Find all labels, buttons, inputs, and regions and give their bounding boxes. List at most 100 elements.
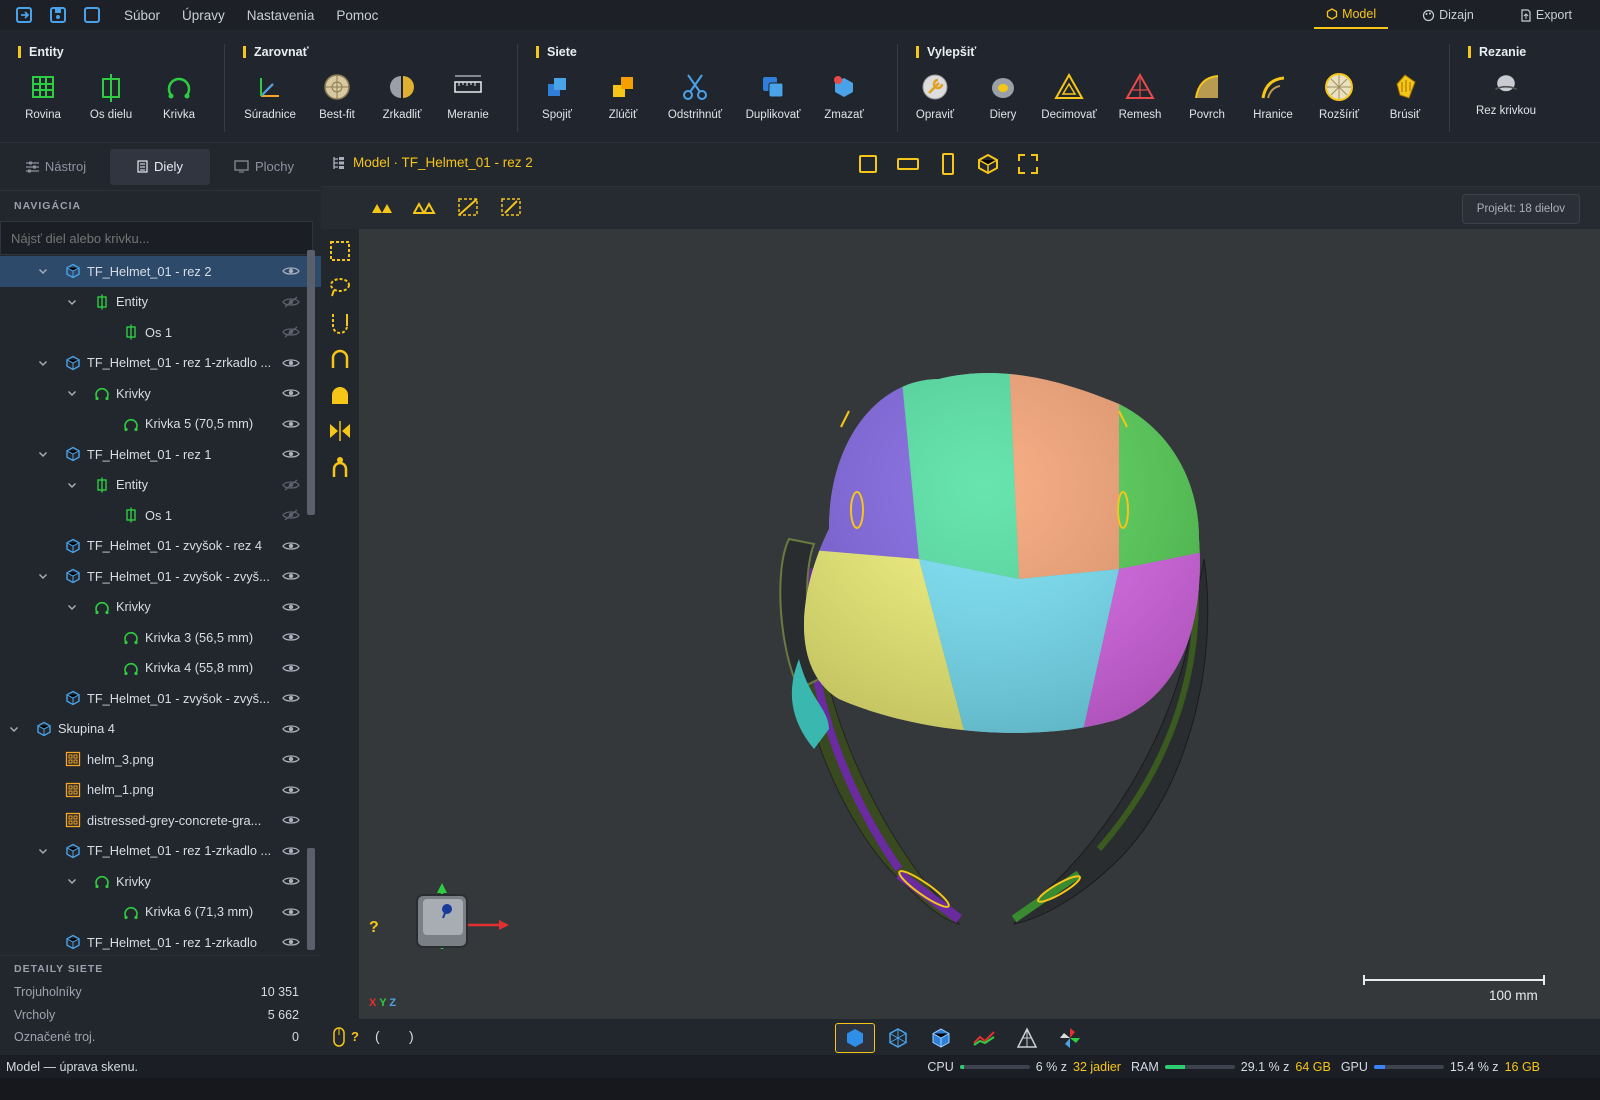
tree-row[interactable]: Krivka 5 (70,5 mm) xyxy=(0,409,321,440)
visibility-eye-icon[interactable] xyxy=(282,418,300,430)
tree-row[interactable]: Krivka 4 (55,8 mm) xyxy=(0,653,321,684)
helmet-model[interactable] xyxy=(359,229,1600,1019)
tree-row[interactable]: Os 1 xyxy=(0,500,321,531)
expand-chevron-icon[interactable] xyxy=(66,875,78,887)
mode-dizajn-tab[interactable]: Dizajn xyxy=(1410,1,1486,29)
tool-suradnice-button[interactable]: Súradnice xyxy=(233,70,307,121)
axes-toggle-button[interactable] xyxy=(1050,1023,1090,1053)
view-front-button[interactable] xyxy=(857,153,879,175)
rect-select-icon[interactable] xyxy=(328,239,352,263)
part-search-input[interactable] xyxy=(0,221,313,255)
brush-select-icon[interactable] xyxy=(328,311,352,335)
tree-row[interactable]: TF_Helmet_01 - rez 1 xyxy=(0,439,321,470)
view-side-button[interactable] xyxy=(937,153,959,175)
tree-row[interactable]: TF_Helmet_01 - rez 2 xyxy=(0,256,321,287)
tree-row[interactable]: TF_Helmet_01 - rez 1-zrkadlo xyxy=(0,927,321,958)
curve-select-icon[interactable] xyxy=(456,197,480,217)
tree-row[interactable]: Skupina 4 xyxy=(0,714,321,745)
menu-nastavenia[interactable]: Nastavenia xyxy=(247,8,315,23)
tool-hranice-button[interactable]: Hranice xyxy=(1236,70,1310,121)
view-iso-button[interactable] xyxy=(977,153,999,175)
hidden-eye-icon[interactable] xyxy=(282,479,300,491)
fill-select-icon[interactable] xyxy=(328,383,352,407)
tab-diely[interactable]: Diely xyxy=(110,148,210,185)
visibility-eye-icon[interactable] xyxy=(282,814,300,826)
visibility-eye-icon[interactable] xyxy=(282,265,300,277)
visibility-eye-icon[interactable] xyxy=(282,662,300,674)
expand-chevron-icon[interactable] xyxy=(37,265,49,277)
tool-rez-krivkou-button[interactable]: Rez krivkou xyxy=(1464,70,1548,117)
tab-nastroj[interactable]: Nástroj xyxy=(6,149,106,185)
window-icon[interactable] xyxy=(82,5,102,25)
tree-row[interactable]: Krivky xyxy=(0,378,321,409)
menu-upravy[interactable]: Úpravy xyxy=(182,8,225,23)
mode-export-tab[interactable]: Export xyxy=(1508,1,1584,29)
visibility-eye-icon[interactable] xyxy=(282,387,300,399)
expand-chevron-icon[interactable] xyxy=(66,479,78,491)
shaded-mode-button[interactable] xyxy=(835,1023,875,1053)
expand-chevron-icon[interactable] xyxy=(37,570,49,582)
tree-row[interactable]: Entity xyxy=(0,287,321,318)
new-project-icon[interactable] xyxy=(14,5,34,25)
tree-row[interactable]: Krivky xyxy=(0,866,321,897)
tool-povrch-button[interactable]: Povrch xyxy=(1170,70,1244,121)
tool-remesh-button[interactable]: Remesh xyxy=(1103,70,1177,121)
expand-chevron-icon[interactable] xyxy=(37,448,49,460)
tab-plochy[interactable]: Plochy xyxy=(214,149,314,185)
tree-row[interactable]: Os 1 xyxy=(0,317,321,348)
curve-deselect-icon[interactable] xyxy=(499,197,523,217)
mouse-help-mark[interactable]: ? xyxy=(351,1029,359,1044)
tree-row[interactable]: Entity xyxy=(0,470,321,501)
visibility-eye-icon[interactable] xyxy=(282,906,300,918)
shaded-wire-mode-button[interactable] xyxy=(921,1023,961,1053)
tool-duplikovat-button[interactable]: Duplikovať xyxy=(736,70,810,121)
tool-spojit-button[interactable]: Spojiť xyxy=(520,70,594,121)
visibility-eye-icon[interactable] xyxy=(282,845,300,857)
wireframe-mode-button[interactable] xyxy=(878,1023,918,1053)
tool-odstrihnut-button[interactable]: Odstrihnúť xyxy=(658,70,732,121)
tree-row[interactable]: distressed-grey-concrete-gra... xyxy=(0,805,321,836)
tree-row[interactable]: TF_Helmet_01 - rez 1-zrkadlo ... xyxy=(0,836,321,867)
deviation-mode-button[interactable] xyxy=(964,1023,1004,1053)
magnet-select-icon[interactable] xyxy=(328,347,352,371)
expand-chevron-icon[interactable] xyxy=(37,845,49,857)
visibility-eye-icon[interactable] xyxy=(282,570,300,582)
tool-rovina-button[interactable]: Rovina xyxy=(6,70,80,121)
hidden-eye-icon[interactable] xyxy=(282,509,300,521)
tree-row[interactable]: TF_Helmet_01 - rez 1-zrkadlo ... xyxy=(0,348,321,379)
visibility-eye-icon[interactable] xyxy=(282,753,300,765)
tree-row[interactable]: helm_3.png xyxy=(0,744,321,775)
perspective-mode-button[interactable] xyxy=(1007,1023,1047,1053)
visibility-eye-icon[interactable] xyxy=(282,601,300,613)
tree-row[interactable]: TF_Helmet_01 - zvyšok - rez 4 xyxy=(0,531,321,562)
tool-os-dielu-button[interactable]: Os dielu xyxy=(74,70,148,121)
menu-pomoc[interactable]: Pomoc xyxy=(336,8,378,23)
mode-model-tab[interactable]: Model xyxy=(1314,1,1389,29)
visibility-eye-icon[interactable] xyxy=(282,357,300,369)
tree-row[interactable]: helm_1.png xyxy=(0,775,321,806)
grow-select-icon[interactable] xyxy=(328,455,352,479)
visibility-eye-icon[interactable] xyxy=(282,448,300,460)
visibility-eye-icon[interactable] xyxy=(282,540,300,552)
select-outline-peaks-icon[interactable] xyxy=(413,197,437,217)
tool-best-fit-button[interactable]: Best-fit xyxy=(300,70,374,121)
view-top-button[interactable] xyxy=(897,153,919,175)
tree-row[interactable]: Krivky xyxy=(0,592,321,623)
visibility-eye-icon[interactable] xyxy=(282,875,300,887)
visibility-eye-icon[interactable] xyxy=(282,692,300,704)
select-peaks-icon[interactable] xyxy=(371,197,395,217)
menu-subor[interactable]: Súbor xyxy=(124,8,160,23)
tree-row[interactable]: TF_Helmet_01 - zvyšok - zvyš... xyxy=(0,683,321,714)
tree-row[interactable]: Krivka 3 (56,5 mm) xyxy=(0,622,321,653)
tool-diery-button[interactable]: Diery xyxy=(966,70,1040,121)
tree-row[interactable]: Krivka 6 (71,3 mm) xyxy=(0,897,321,928)
help-mark[interactable]: ? xyxy=(369,919,379,937)
tool-zmazat-button[interactable]: Zmazať xyxy=(807,70,881,121)
orientation-gizmo[interactable] xyxy=(409,849,519,959)
tool-opravit-button[interactable]: Opraviť xyxy=(898,70,972,121)
tool-brusit-button[interactable]: Brúsiť xyxy=(1368,70,1442,121)
tool-zlucit-button[interactable]: Zlúčiť xyxy=(586,70,660,121)
visibility-eye-icon[interactable] xyxy=(282,723,300,735)
hidden-eye-icon[interactable] xyxy=(282,296,300,308)
lasso-select-icon[interactable] xyxy=(328,275,352,299)
